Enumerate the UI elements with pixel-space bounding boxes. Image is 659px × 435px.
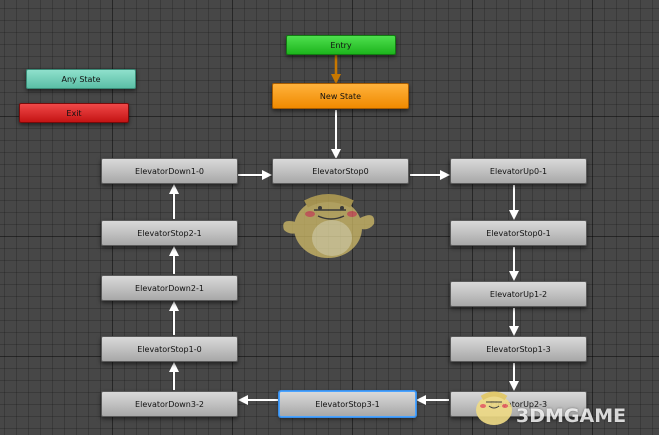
entry-node[interactable]: Entry (286, 35, 396, 55)
exit-node-label: Exit (66, 108, 82, 118)
state-elevatordown3-2[interactable]: ElevatorDown3-2 (101, 391, 238, 417)
state-elevatorup1-2[interactable]: ElevatorUp1-2 (450, 281, 587, 307)
state-elevatordown1-0[interactable]: ElevatorDown1-0 (101, 158, 238, 184)
state-label: ElevatorStop1-3 (486, 344, 551, 354)
state-elevatorstop0-1[interactable]: ElevatorStop0-1 (450, 220, 587, 246)
state-label: ElevatorDown3-2 (135, 399, 204, 409)
state-label: ElevatorStop0-1 (486, 228, 551, 238)
state-elevatorup0-1[interactable]: ElevatorUp0-1 (450, 158, 587, 184)
state-label: ElevatorStop1-0 (137, 344, 202, 354)
state-elevatordown2-1[interactable]: ElevatorDown2-1 (101, 275, 238, 301)
state-label: ElevatorDown1-0 (135, 166, 204, 176)
mascot-small-watermark-icon (476, 391, 512, 425)
state-label: ElevatorUp0-1 (489, 166, 548, 176)
state-label: ElevatorStop3-1 (315, 399, 380, 409)
state-label: ElevatorStop0 (312, 166, 369, 176)
state-label: ElevatorStop2-1 (137, 228, 202, 238)
state-label: ElevatorDown2-1 (135, 283, 204, 293)
entry-node-label: Entry (330, 40, 352, 50)
state-elevatorstop1-3[interactable]: ElevatorStop1-3 (450, 336, 587, 362)
any-state-node-label: Any State (61, 74, 101, 84)
state-elevatorstop2-1[interactable]: ElevatorStop2-1 (101, 220, 238, 246)
exit-node[interactable]: Exit (19, 103, 129, 123)
watermark-text: 3DMGAME (516, 405, 627, 427)
state-elevatorstop1-0[interactable]: ElevatorStop1-0 (101, 336, 238, 362)
mascot-watermark-icon (283, 194, 375, 258)
state-elevatorstop3-1[interactable]: ElevatorStop3-1 (279, 391, 416, 417)
any-state-node[interactable]: Any State (26, 69, 136, 89)
state-label: ElevatorUp1-2 (489, 289, 548, 299)
new-state-node[interactable]: New State (272, 83, 409, 109)
new-state-node-label: New State (319, 91, 362, 101)
